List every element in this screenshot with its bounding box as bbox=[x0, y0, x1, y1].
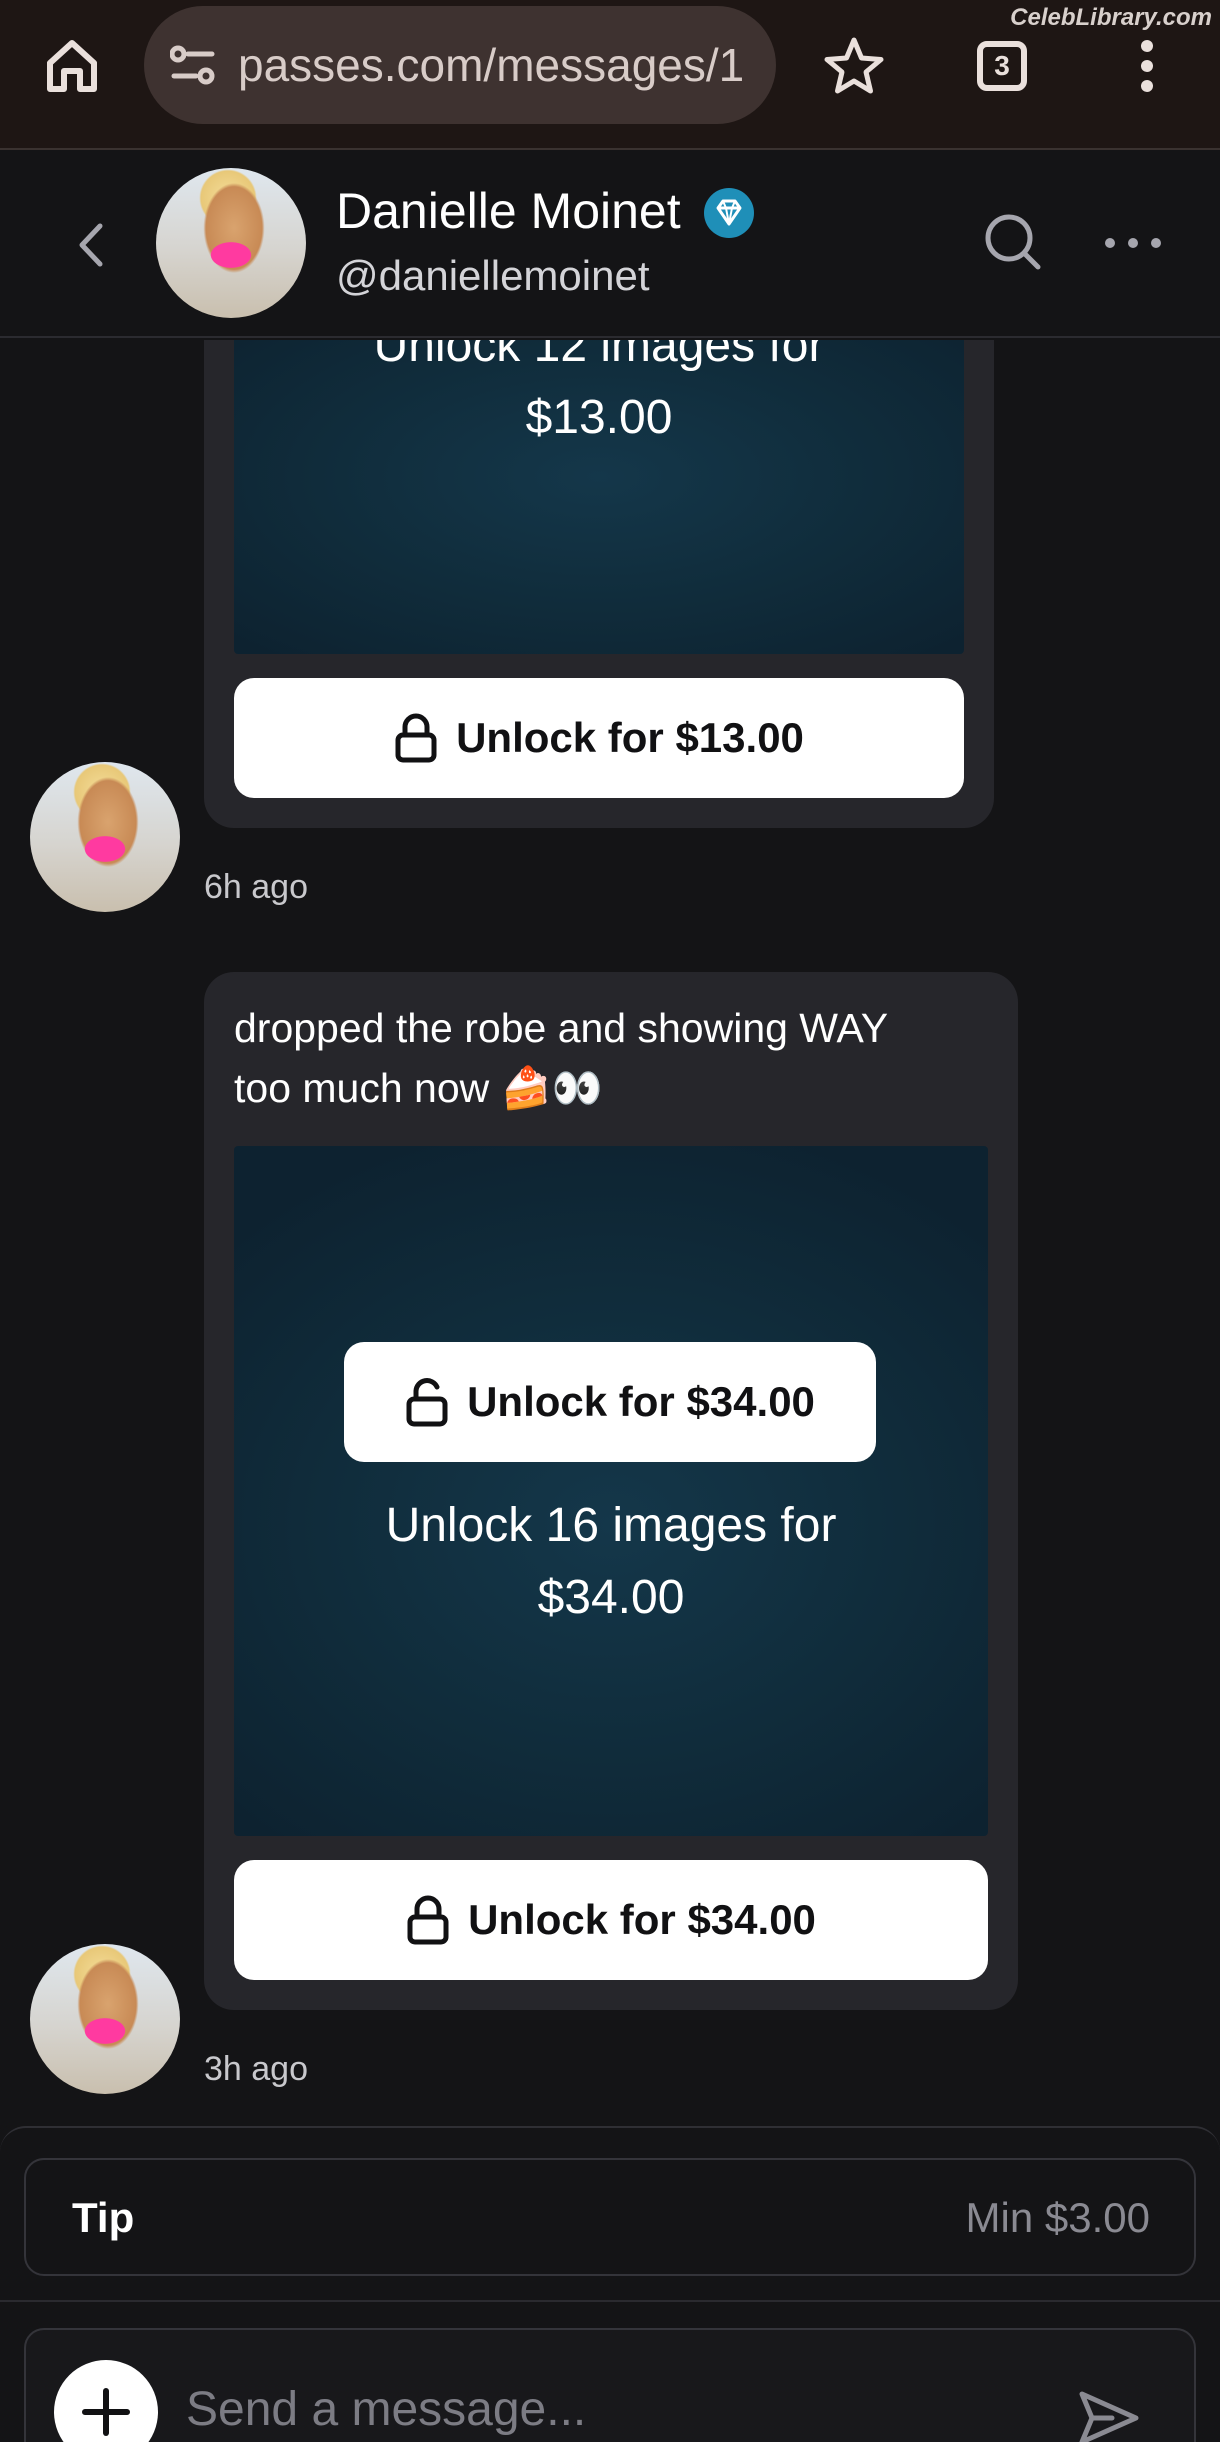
horizontal-dots-icon bbox=[1105, 238, 1161, 248]
username-handle: @daniellemoinet bbox=[336, 252, 650, 299]
attach-button[interactable] bbox=[54, 2360, 158, 2442]
composer: Tip Min $3.00 Send a message... bbox=[0, 2126, 1220, 2442]
avatar[interactable] bbox=[156, 168, 306, 318]
message-timestamp: 6h ago bbox=[204, 868, 308, 906]
lock-icon bbox=[395, 713, 437, 763]
lock-icon bbox=[407, 1895, 449, 1945]
avatar[interactable] bbox=[30, 1944, 180, 2094]
tip-label: Tip bbox=[72, 2194, 135, 2241]
site-settings-icon bbox=[170, 45, 215, 85]
address-bar[interactable]: passes.com/messages/1 bbox=[144, 6, 776, 124]
message-text: dropped the robe and showing WAY too muc… bbox=[234, 998, 888, 1118]
tip-field[interactable]: Tip Min $3.00 bbox=[24, 2158, 1196, 2276]
unlock-overlay-button[interactable]: Unlock for $34.00 bbox=[344, 1342, 876, 1462]
home-icon bbox=[47, 40, 97, 92]
message-placeholder: Send a message... bbox=[186, 2383, 587, 2436]
chevron-left-icon bbox=[79, 223, 103, 267]
emoji: 🍰👀 bbox=[500, 1064, 603, 1112]
verified-badge-icon bbox=[704, 188, 754, 238]
message-text-line: too much now 🍰👀 bbox=[234, 1058, 888, 1118]
media-price: $34.00 bbox=[537, 1571, 685, 1624]
divider bbox=[0, 2300, 1220, 2302]
unlock-button[interactable]: Unlock for $34.00 bbox=[234, 1860, 988, 1980]
display-name[interactable]: Danielle Moinet bbox=[336, 182, 681, 240]
tab-switcher-button[interactable]: 3 bbox=[960, 30, 1044, 102]
message-timestamp: 3h ago bbox=[204, 2050, 308, 2088]
search-icon bbox=[985, 214, 1041, 270]
browser-toolbar: passes.com/messages/1 3 CelebLibrary.com bbox=[0, 0, 1220, 150]
plus-icon bbox=[82, 2388, 130, 2436]
browser-menu-button[interactable] bbox=[1112, 30, 1182, 102]
message-text-fragment: too much now bbox=[234, 1065, 490, 1111]
unlock-button[interactable]: Unlock for $13.00 bbox=[234, 678, 964, 798]
message-input[interactable]: Send a message... bbox=[24, 2328, 1196, 2442]
bookmark-button[interactable] bbox=[812, 30, 896, 102]
unlock-button-label: Unlock for $13.00 bbox=[456, 714, 804, 761]
locked-media-preview[interactable]: Unlock 12 images for $13.00 bbox=[234, 340, 964, 654]
message-bubble: dropped the robe and showing WAY too muc… bbox=[204, 972, 1018, 2010]
send-button[interactable] bbox=[1076, 2388, 1142, 2442]
more-options-button[interactable] bbox=[1100, 208, 1166, 278]
back-button[interactable] bbox=[62, 212, 122, 278]
url-text: passes.com/messages/1 bbox=[238, 39, 745, 91]
send-icon bbox=[1079, 2391, 1139, 2442]
unlock-button-label: Unlock for $34.00 bbox=[468, 1896, 816, 1943]
media-caption: Unlock 12 images for $13.00 bbox=[374, 340, 825, 454]
unlock-button-label: Unlock for $34.00 bbox=[467, 1378, 815, 1425]
chat-header: Danielle Moinet @daniellemoinet bbox=[0, 152, 1220, 338]
avatar[interactable] bbox=[30, 762, 180, 912]
watermark: CelebLibrary.com bbox=[1010, 4, 1212, 31]
media-caption-line: Unlock 12 images for bbox=[373, 340, 825, 372]
search-button[interactable] bbox=[980, 208, 1046, 278]
message-text-line: dropped the robe and showing WAY bbox=[234, 1005, 889, 1051]
media-price: $13.00 bbox=[525, 391, 673, 444]
message-list[interactable]: Unlock 12 images for $13.00 Unlock for $… bbox=[0, 340, 1220, 2124]
home-button[interactable] bbox=[30, 30, 114, 102]
vertical-dots-icon bbox=[1141, 40, 1153, 92]
unlock-icon bbox=[406, 1378, 448, 1427]
media-caption: Unlock 16 images for $34.00 bbox=[234, 1490, 988, 1634]
locked-media-preview[interactable]: Unlock for $34.00 Unlock 16 images for $… bbox=[234, 1146, 988, 1836]
message-bubble: Unlock 12 images for $13.00 Unlock for $… bbox=[204, 340, 994, 828]
media-caption-line: Unlock 16 images for bbox=[385, 1499, 837, 1552]
star-icon bbox=[824, 37, 884, 94]
tip-amount-placeholder: Min $3.00 bbox=[965, 2194, 1150, 2241]
tab-count: 3 bbox=[977, 41, 1027, 91]
